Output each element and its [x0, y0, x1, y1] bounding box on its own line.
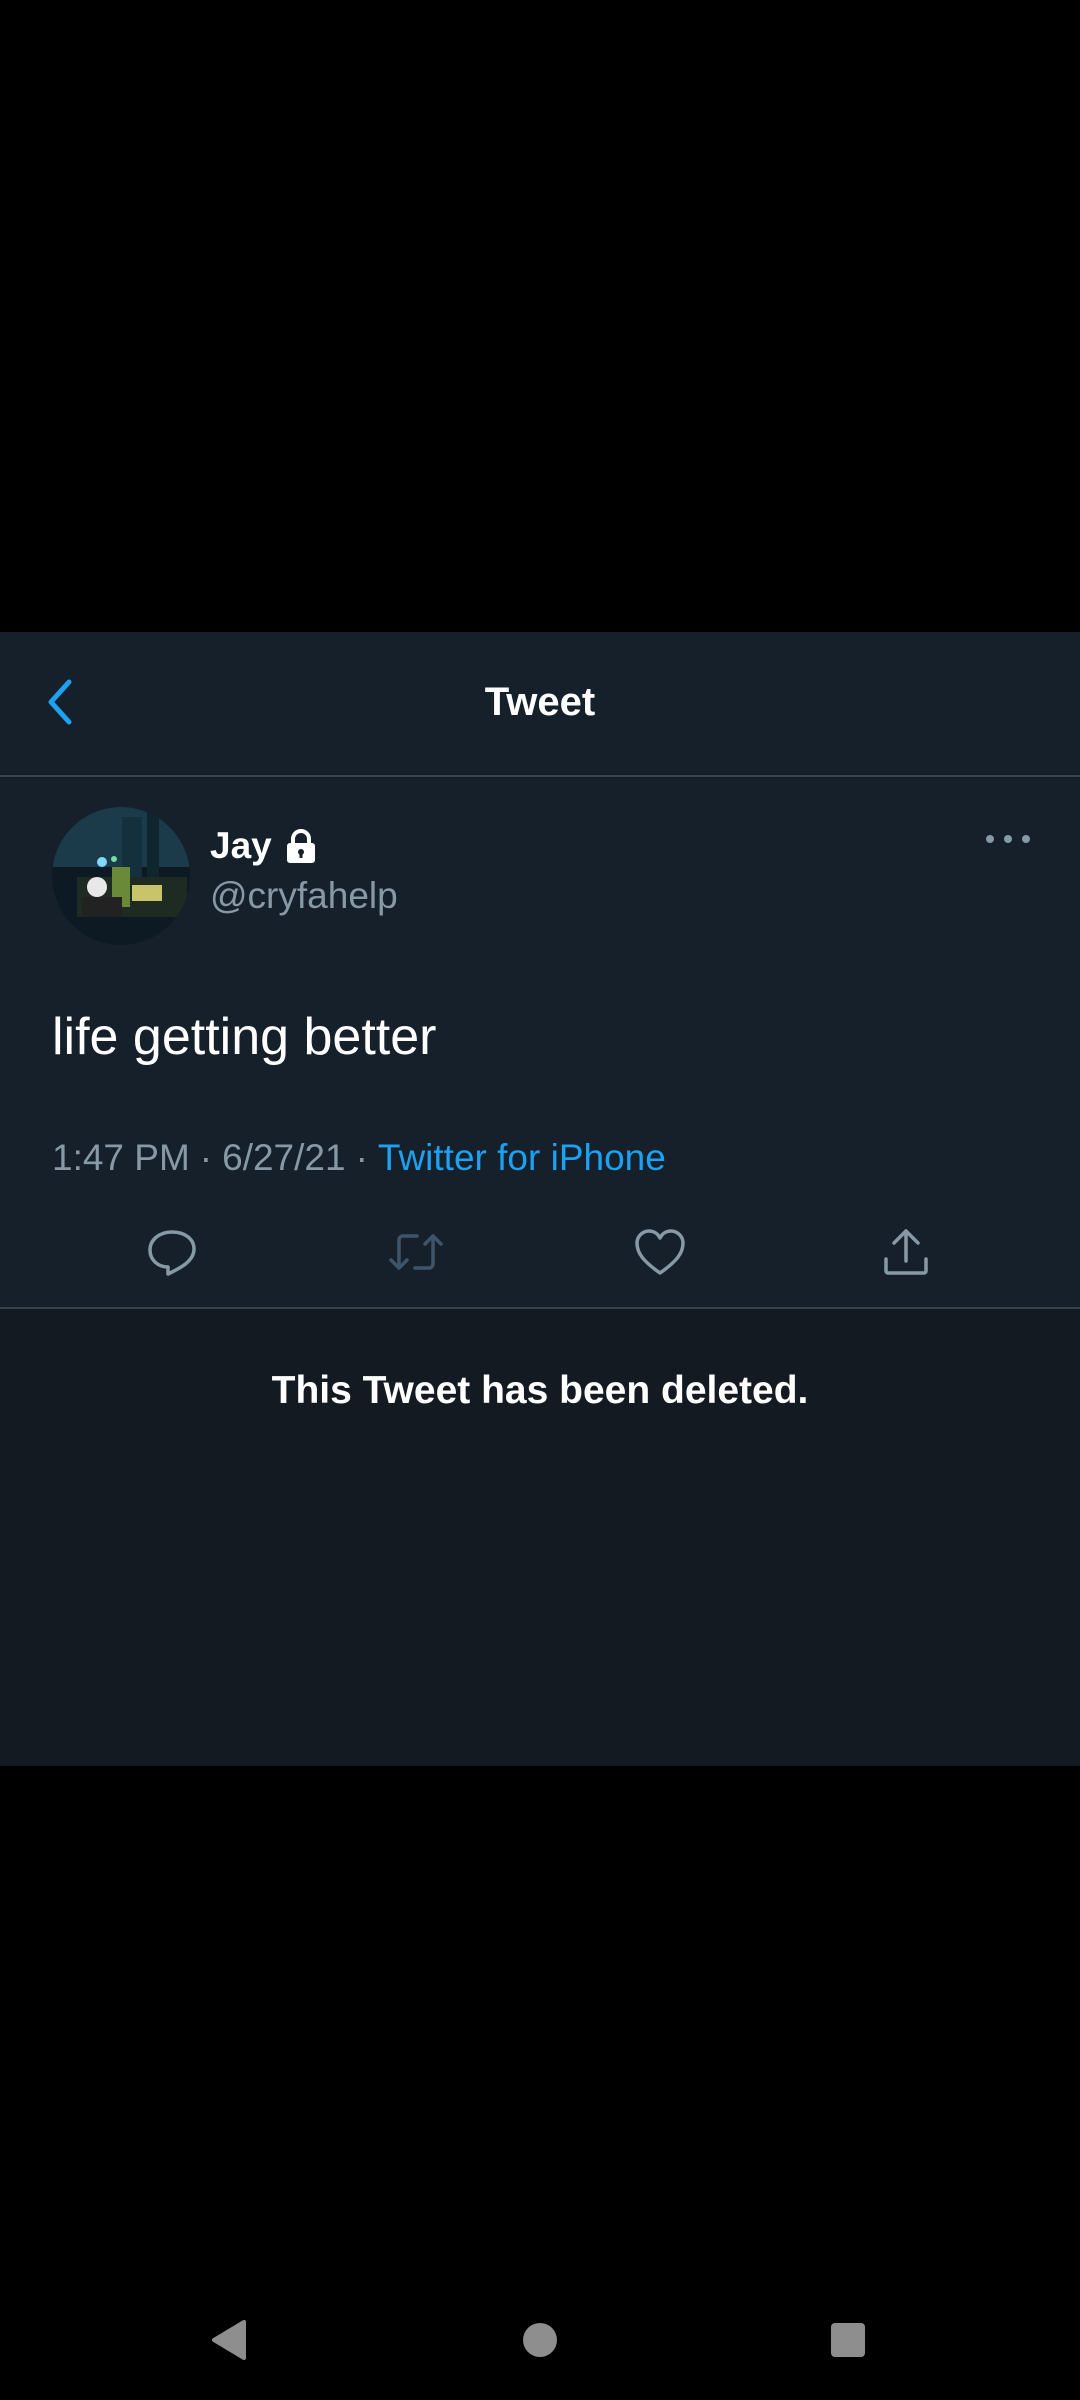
- nav-back-button[interactable]: [198, 2310, 258, 2370]
- user-handle[interactable]: @cryfahelp: [210, 875, 398, 917]
- more-dot: [1004, 835, 1012, 843]
- more-dot: [986, 835, 994, 843]
- lock-icon: [284, 828, 318, 864]
- top-bar: Tweet: [0, 632, 1080, 777]
- nav-recents-button[interactable]: [818, 2310, 878, 2370]
- retweet-icon: [389, 1234, 443, 1270]
- recents-square-icon: [831, 2323, 865, 2357]
- more-options-icon[interactable]: [986, 829, 1030, 849]
- meta-separator: ·: [199, 1137, 213, 1178]
- tweet-actions: [0, 1217, 1080, 1297]
- reply-button[interactable]: [137, 1217, 207, 1287]
- retweet-button[interactable]: [381, 1217, 451, 1287]
- share-button[interactable]: [871, 1217, 941, 1287]
- meta-separator: ·: [355, 1137, 368, 1178]
- tweet-time: 1:47 PM: [52, 1137, 190, 1178]
- deleted-tweet-area: This Tweet has been deleted.: [0, 1309, 1080, 1766]
- like-button[interactable]: [625, 1217, 695, 1287]
- tweet-card[interactable]: Jay @cryfahelp life getting better 1:47 …: [0, 777, 1080, 1307]
- home-circle-icon: [523, 2323, 557, 2357]
- nav-home-button[interactable]: [510, 2310, 570, 2370]
- page-title: Tweet: [484, 680, 596, 724]
- display-name[interactable]: Jay: [210, 825, 318, 867]
- heart-icon: [635, 1229, 685, 1275]
- deleted-notice: This Tweet has been deleted.: [271, 1369, 809, 1412]
- tweet-source-link[interactable]: Twitter for iPhone: [378, 1137, 666, 1178]
- tweet-date: 6/27/21: [222, 1137, 346, 1178]
- back-triangle-icon: [212, 2320, 246, 2360]
- reply-icon: [148, 1230, 196, 1276]
- tweet-meta: 1:47 PM · 6/27/21 · Twitter for iPhone: [52, 1137, 666, 1179]
- more-dot: [1022, 835, 1030, 843]
- share-icon: [884, 1229, 928, 1275]
- avatar[interactable]: [52, 807, 190, 945]
- tweet-text: life getting better: [52, 1008, 437, 1066]
- tweet-screenshot-panel: Tweet Jay @cryfahelp life getting better…: [0, 632, 1080, 1766]
- android-nav-bar: [0, 2290, 1080, 2400]
- display-name-text: Jay: [210, 825, 272, 866]
